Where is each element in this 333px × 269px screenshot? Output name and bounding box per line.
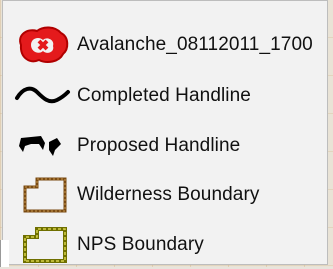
legend-label: Wilderness Boundary bbox=[77, 184, 260, 205]
completed-handline-icon bbox=[15, 86, 70, 104]
legend-label: Proposed Handline bbox=[77, 135, 241, 156]
legend-label: Completed Handline bbox=[77, 85, 251, 106]
legend-label: Avalanche_08112011_1700 bbox=[77, 34, 313, 55]
legend-item-nps-boundary: NPS Boundary bbox=[3, 221, 327, 269]
proposed-handline-icon bbox=[19, 136, 61, 156]
legend-item-wilderness-boundary: Wilderness Boundary bbox=[3, 171, 327, 219]
map-legend: Avalanche_08112011_1700 Completed Handli… bbox=[2, 0, 328, 265]
fire-perimeter-icon bbox=[19, 26, 69, 63]
wilderness-boundary-icon bbox=[23, 177, 67, 213]
legend-label: NPS Boundary bbox=[77, 234, 204, 255]
map-edge-fragment bbox=[0, 240, 9, 267]
legend-item-completed-handline: Completed Handline bbox=[3, 72, 327, 120]
legend-item-proposed-handline: Proposed Handline bbox=[3, 122, 327, 170]
legend-item-avalanche-perimeter: Avalanche_08112011_1700 bbox=[3, 21, 327, 69]
nps-boundary-icon bbox=[23, 227, 67, 263]
